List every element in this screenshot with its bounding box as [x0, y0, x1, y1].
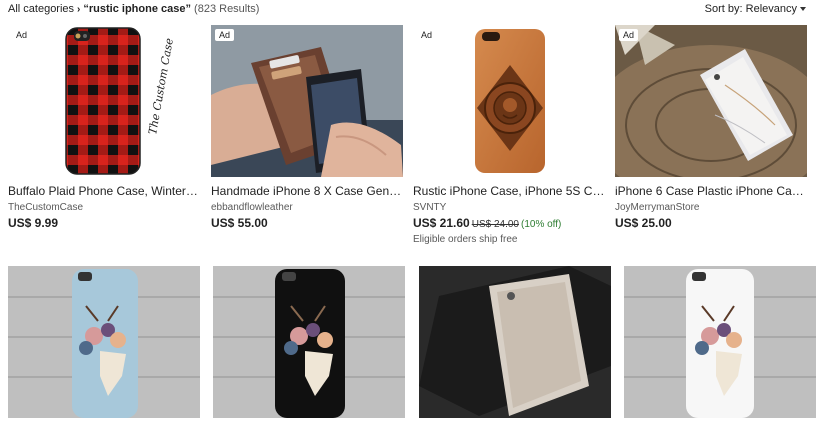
listing-title[interactable]: Rustic iPhone Case, iPhone 5S Case Wood: [413, 184, 605, 198]
listing-image[interactable]: Ad: [211, 25, 403, 177]
price-current: US$ 55.00: [211, 216, 268, 230]
results-count: (823 Results): [194, 3, 260, 15]
shop-name[interactable]: ebbandflowleather: [211, 202, 293, 213]
caret-down-icon: [800, 7, 806, 12]
search-query: “rustic iphone case”: [83, 3, 191, 15]
listing-image[interactable]: [8, 266, 200, 418]
price-original: US$ 24.00: [471, 219, 519, 230]
price-current: US$ 25.00: [615, 216, 672, 230]
listing-image[interactable]: [213, 266, 405, 418]
listing-price: US$ 25.00: [615, 216, 672, 230]
discount-label: (10% off): [520, 219, 562, 230]
listing-price: US$ 21.60 US$ 24.00 (10% off): [413, 216, 561, 230]
shipping-note: Eligible orders ship free: [413, 234, 518, 245]
listing-image[interactable]: Ad: [413, 25, 605, 177]
results-header: All categories › “rustic iphone case” (823…: [0, 0, 822, 20]
breadcrumb: All categories › “rustic iphone case” (823…: [8, 3, 259, 15]
ad-badge: Ad: [215, 29, 235, 41]
listing-title[interactable]: Buffalo Plaid Phone Case, Winter Phone C…: [8, 184, 200, 198]
shop-name[interactable]: TheCustomCase: [8, 202, 83, 213]
chevron-right-icon: ›: [77, 4, 81, 15]
sort-label: Sort by: Relevancy: [704, 3, 797, 15]
shop-name[interactable]: SVNTY: [413, 202, 446, 213]
listing-image[interactable]: [419, 266, 611, 418]
shop-name[interactable]: JoyMerrymanStore: [615, 202, 699, 213]
listing-price: US$ 55.00: [211, 216, 268, 230]
listing-title[interactable]: iPhone 6 Case Plastic iPhone Case Marble: [615, 184, 807, 198]
listing-image[interactable]: The Custom Case Ad: [8, 25, 200, 177]
breadcrumb-all-categories[interactable]: All categories: [8, 3, 74, 15]
sort-dropdown[interactable]: Sort by: Relevancy: [705, 3, 806, 15]
listing-title[interactable]: Handmade iPhone 8 X Case Genuine Leather…: [211, 184, 403, 198]
listing-price: US$ 9.99: [8, 216, 58, 230]
price-current: US$ 9.99: [8, 216, 59, 230]
ad-badge: Ad: [421, 30, 433, 40]
listing-image[interactable]: Ad: [615, 25, 807, 177]
price-current: US$ 21.60: [413, 216, 470, 230]
ad-badge: Ad: [619, 29, 639, 41]
ad-badge: Ad: [16, 30, 28, 40]
listing-image[interactable]: [624, 266, 816, 418]
